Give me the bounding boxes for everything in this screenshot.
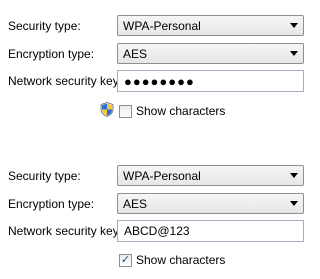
network-key-value: ●●●●●●●● (124, 73, 195, 89)
encryption-type-dropdown[interactable]: AES (117, 43, 304, 64)
security-type-value: WPA-Personal (123, 168, 201, 183)
show-characters-checkbox[interactable] (119, 104, 132, 118)
show-characters-label[interactable]: Show characters (136, 253, 225, 267)
encryption-type-label: Encryption type: (8, 197, 95, 211)
uac-shield-icon (100, 102, 114, 117)
chevron-down-icon[interactable] (285, 194, 303, 213)
security-type-dropdown[interactable]: WPA-Personal (117, 15, 304, 36)
network-key-label: Network security key (8, 224, 119, 238)
show-characters-row[interactable]: ✓ Show characters (119, 253, 225, 267)
security-type-value: WPA-Personal (123, 18, 201, 33)
chevron-down-icon[interactable] (285, 44, 303, 63)
chevron-down-icon[interactable] (285, 166, 303, 185)
encryption-type-dropdown[interactable]: AES (117, 193, 304, 214)
network-key-label: Network security key (8, 74, 119, 88)
show-characters-row[interactable]: Show characters (119, 104, 225, 118)
security-type-label: Security type: (8, 19, 81, 33)
network-key-input[interactable]: ABCD@123 (117, 220, 304, 242)
checkmark-icon: ✓ (120, 253, 131, 266)
chevron-down-icon[interactable] (285, 16, 303, 35)
network-key-input[interactable]: ●●●●●●●● (117, 70, 304, 92)
encryption-type-label: Encryption type: (8, 47, 95, 61)
encryption-type-value: AES (123, 196, 148, 211)
show-characters-checkbox[interactable]: ✓ (119, 253, 132, 267)
show-characters-label[interactable]: Show characters (136, 104, 225, 118)
network-key-value: ABCD@123 (124, 224, 190, 238)
security-type-dropdown[interactable]: WPA-Personal (117, 165, 304, 186)
security-type-label: Security type: (8, 169, 81, 183)
encryption-type-value: AES (123, 46, 148, 61)
